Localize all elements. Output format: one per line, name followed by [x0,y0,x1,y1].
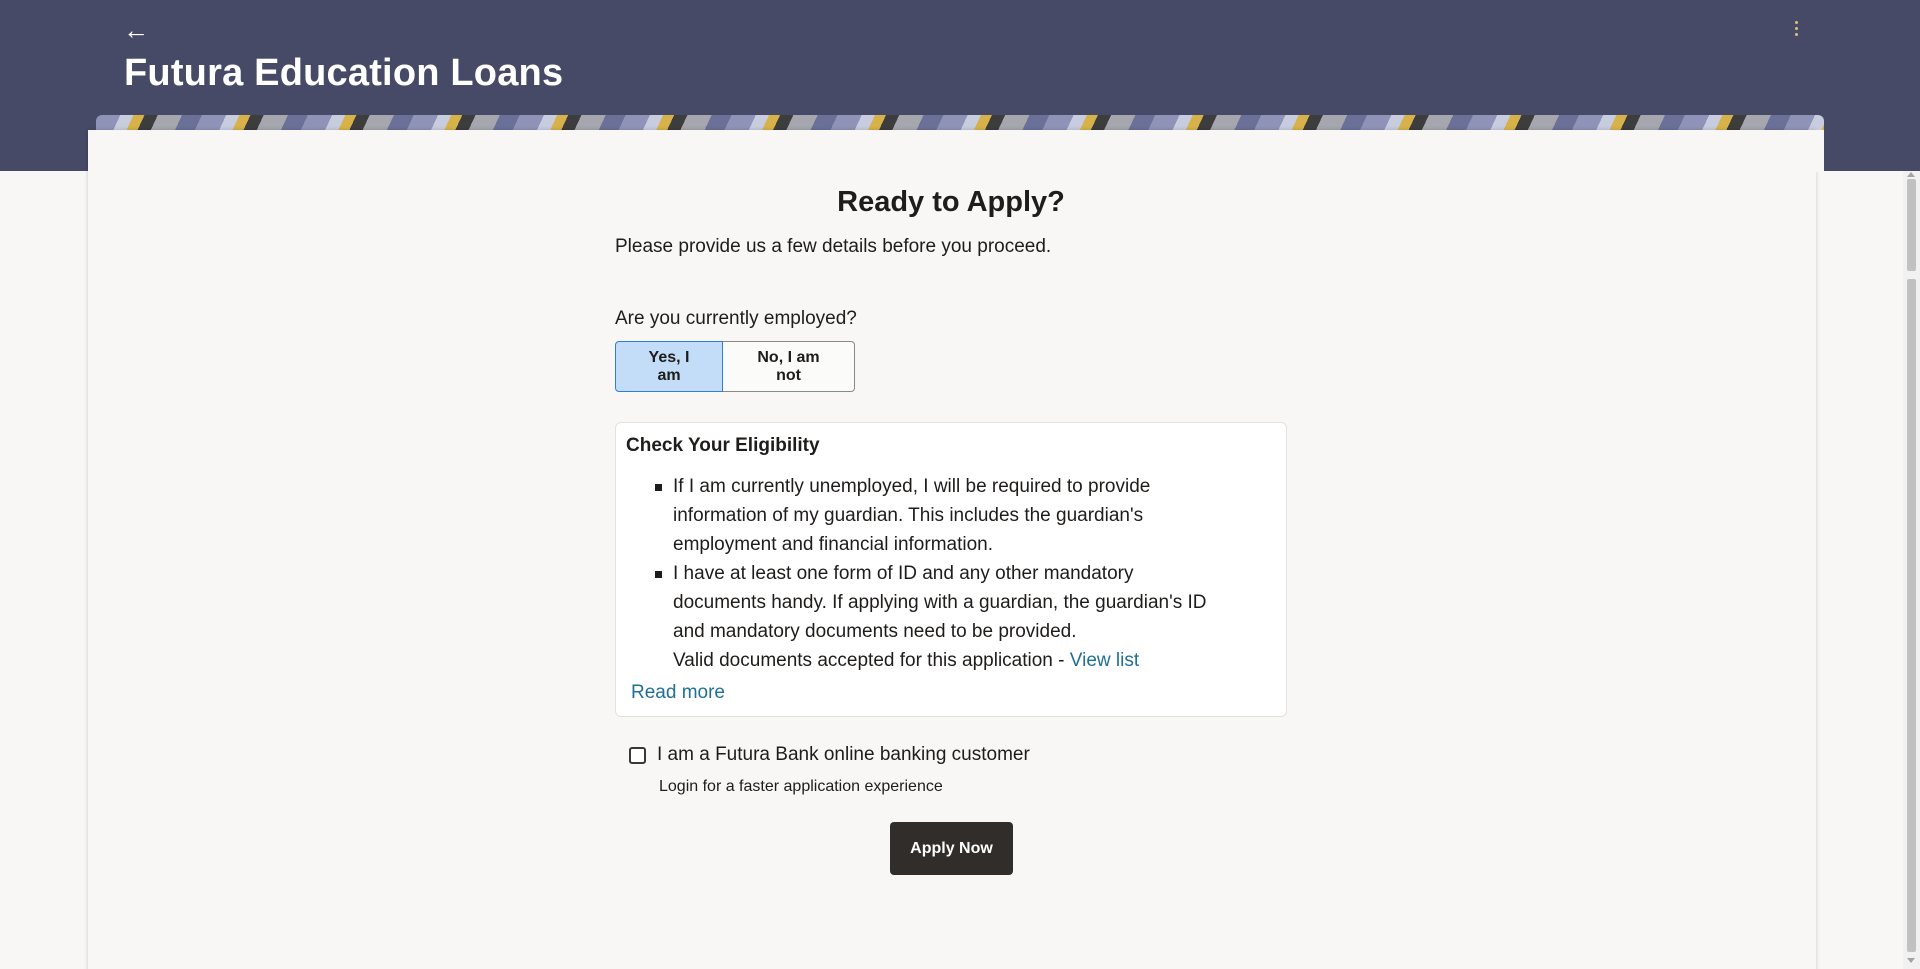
list-item: If I am currently unemployed, I will be … [616,472,1216,559]
scroll-up-arrow-icon[interactable] [1907,172,1915,177]
list-item: I have at least one form of ID and any o… [616,559,1216,675]
eligibility-title: Check Your Eligibility [626,435,820,456]
scroll-down-arrow-icon[interactable] [1907,958,1915,963]
read-more-link[interactable]: Read more [631,682,725,704]
employment-question: Are you currently employed? [615,308,857,329]
bullet-icon [655,484,662,491]
eligibility-list: If I am currently unemployed, I will be … [616,472,1216,675]
back-arrow-icon[interactable]: ← [120,14,152,46]
customer-hint: Login for a faster application experienc… [659,778,943,795]
customer-checkbox-label[interactable]: I am a Futura Bank online banking custom… [657,744,1030,766]
scrollbar-thumb[interactable] [1907,179,1916,271]
page-subtitle: Please provide us a few details before y… [615,236,1052,257]
page-heading: Ready to Apply? [837,186,1065,218]
apply-now-button[interactable]: Apply Now [890,822,1013,875]
bullet-icon [655,571,662,578]
valid-documents-text: Valid documents accepted for this applic… [673,650,1070,671]
option-not-employed[interactable]: No, I am not [723,341,855,392]
main-card-top [96,130,1824,172]
online-customer-checkbox[interactable] [629,746,646,764]
option-yes-employed[interactable]: Yes, I am [615,341,723,392]
eligibility-panel: Check Your Eligibility If I am currently… [615,422,1287,717]
employment-toggle: Yes, I am No, I am not [615,341,855,394]
decorative-banner-strip [96,115,1824,130]
customer-checkbox-row: I am a Futura Bank online banking custom… [629,744,1030,766]
app-title: Futura Education Loans [124,52,564,94]
more-options-icon[interactable] [1784,14,1808,42]
scrollbar-track-lower [1907,279,1916,952]
eligibility-item-text: I have at least one form of ID and any o… [673,563,1207,642]
eligibility-item-text: If I am currently unemployed, I will be … [673,476,1151,555]
view-list-link[interactable]: View list [1070,650,1139,671]
page: ← Futura Education Loans Ready to Apply?… [0,0,1920,969]
